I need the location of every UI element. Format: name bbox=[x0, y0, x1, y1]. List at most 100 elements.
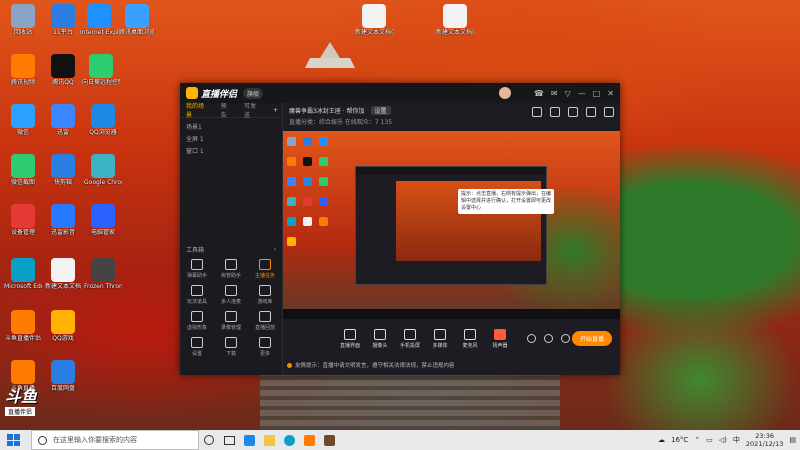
toolbox-item[interactable]: 更多 bbox=[248, 337, 282, 357]
desktop-icon[interactable]: 微信 bbox=[4, 104, 42, 136]
toolbox-item[interactable]: 直播回放 bbox=[248, 311, 282, 331]
tool-icon bbox=[225, 259, 237, 270]
toolbox-item[interactable]: 虚拟形象 bbox=[180, 311, 214, 331]
user-avatar[interactable] bbox=[498, 87, 511, 99]
desktop-icon[interactable]: 回收站 bbox=[4, 4, 42, 36]
screen-capture-control[interactable]: 直播界面 bbox=[335, 329, 365, 349]
desktop-icon[interactable]: 11平台 bbox=[44, 4, 82, 36]
app-taskbar-icon[interactable] bbox=[239, 430, 259, 450]
desktop-icon[interactable]: 微信截图 bbox=[4, 154, 42, 186]
eye-icon[interactable] bbox=[544, 334, 553, 343]
desktop-icon[interactable]: 快剪辑 bbox=[44, 154, 82, 186]
add-scene-button[interactable]: + bbox=[267, 107, 282, 114]
network-icon[interactable]: ▭ bbox=[706, 436, 713, 444]
camera-control[interactable]: 摄像头 bbox=[365, 329, 395, 349]
douyu-taskbar-icon[interactable] bbox=[299, 430, 319, 450]
desktop-icon[interactable]: QQ游戏 bbox=[44, 310, 82, 342]
clock[interactable]: 23:36 2021/12/13 bbox=[746, 432, 783, 448]
cortana-icon[interactable] bbox=[199, 430, 219, 450]
desktop-icon-label: 电脑管家 bbox=[90, 229, 115, 236]
desktop-icon[interactable]: Internet Explorer bbox=[80, 4, 118, 36]
scene-item[interactable]: 场景1 bbox=[186, 122, 276, 134]
toolbox-item[interactable]: 录像管理 bbox=[214, 311, 248, 331]
stream-title[interactable]: 魔兽争霸3冰封王座 · 帮你加 bbox=[289, 106, 365, 115]
close-button[interactable]: ✕ bbox=[607, 89, 614, 98]
preview-mini-icon bbox=[319, 177, 328, 186]
desktop-icon[interactable]: 迅雷影音 bbox=[44, 204, 82, 236]
gift-icon[interactable] bbox=[532, 107, 542, 117]
speaker-control[interactable]: 扬声器 bbox=[485, 329, 515, 349]
desktop-app-icon bbox=[51, 4, 75, 28]
mail-icon[interactable]: ✉ bbox=[551, 89, 558, 98]
desktop-icon[interactable]: Microsoft Edge bbox=[4, 258, 42, 290]
desktop-icon[interactable]: 迅雷 bbox=[44, 104, 82, 136]
tool-label: 下载 bbox=[225, 351, 236, 357]
desktop-icon[interactable]: 新建文本文档(3) bbox=[436, 4, 474, 36]
stream-preview[interactable]: 提示：点击直播，右侧有提示弹出，在编辑中选择并进行确认，打开设置即可更改设置中心 bbox=[283, 131, 620, 319]
share-icon[interactable] bbox=[568, 107, 578, 117]
toolbox-item[interactable]: 主播任务 bbox=[248, 259, 282, 279]
file-explorer-icon[interactable] bbox=[259, 430, 279, 450]
volume-icon[interactable]: ◁) bbox=[719, 436, 727, 444]
phone-icon[interactable]: ☎ bbox=[534, 89, 544, 98]
gear-icon[interactable] bbox=[561, 334, 570, 343]
edge-taskbar-icon[interactable] bbox=[279, 430, 299, 450]
bell-icon[interactable] bbox=[586, 107, 596, 117]
media-control[interactable]: 多媒体 bbox=[425, 329, 455, 349]
version-badge[interactable]: 旗舰 bbox=[243, 87, 264, 99]
record-icon[interactable] bbox=[527, 334, 536, 343]
desktop-icon[interactable]: 腾讯视频 bbox=[4, 54, 42, 86]
lock-icon[interactable] bbox=[550, 107, 560, 117]
taskbar-search-box[interactable]: 在这里输入你要搜索的内容 bbox=[31, 430, 199, 450]
tool-icon bbox=[191, 259, 203, 270]
minimize-button[interactable]: — bbox=[578, 89, 586, 98]
toolbox-more-icon[interactable]: › bbox=[274, 246, 276, 253]
stream-settings-tag[interactable]: 设置 bbox=[370, 105, 391, 115]
start-button[interactable] bbox=[7, 434, 21, 446]
weather-icon[interactable]: ☁ bbox=[658, 436, 665, 444]
douyu-watermark: 斗鱼 直播伴侣 bbox=[5, 383, 60, 416]
toolbox-item[interactable]: 房管助手 bbox=[214, 259, 248, 279]
toolbox-item[interactable]: 弹幕助手 bbox=[180, 259, 214, 279]
toolbox-item[interactable]: 游戏库 bbox=[248, 285, 282, 305]
toolbox-item[interactable]: 多人连麦 bbox=[214, 285, 248, 305]
desktop-icon[interactable]: 设备管理 bbox=[4, 204, 42, 236]
desktop-icon[interactable]: 电脑管家 bbox=[84, 204, 122, 236]
desktop-icon[interactable]: 新建文本文档 bbox=[44, 258, 82, 290]
app-titlebar[interactable]: 直播伴侣 旗舰 ☎ ✉ ▽ — □ ✕ bbox=[180, 83, 620, 103]
desktop-icon[interactable]: QQ浏览器 bbox=[84, 104, 122, 136]
tab-sendable[interactable]: 可发送 bbox=[238, 101, 267, 119]
tab-my-scenes[interactable]: 我的场景 bbox=[180, 101, 215, 119]
tab-preview[interactable]: 预告 bbox=[215, 101, 238, 119]
toolbox-item[interactable]: 设置 bbox=[180, 337, 214, 357]
tool-icon bbox=[191, 311, 203, 322]
tray-chevron-icon[interactable]: ⌃ bbox=[694, 436, 700, 444]
notification-icon[interactable]: ▤ bbox=[789, 436, 796, 444]
desktop-icon[interactable]: 斗鱼直播伴侣 bbox=[4, 310, 42, 342]
desktop-app-icon bbox=[51, 360, 75, 384]
toolbox-item[interactable]: 玩法道具 bbox=[180, 285, 214, 305]
menu-icon[interactable]: ▽ bbox=[565, 89, 571, 98]
app-logo: 直播伴侣 旗舰 bbox=[186, 87, 264, 100]
phone-cast-control[interactable]: 手机投屏 bbox=[395, 329, 425, 349]
desktop-icon[interactable]: 腾讯QQ bbox=[44, 54, 82, 86]
scene-item[interactable]: 窗口 1 bbox=[186, 146, 276, 158]
desktop-icon[interactable]: 向日葵远程控制 2014 bbox=[82, 54, 120, 86]
preview-mini-icon bbox=[287, 237, 296, 246]
microphone-control[interactable]: 麦克风 bbox=[455, 329, 485, 349]
desktop-icon[interactable]: Frozen Throne bbox=[84, 258, 122, 290]
settings-icon[interactable] bbox=[604, 107, 614, 117]
preview-nested-window bbox=[355, 166, 547, 285]
game-taskbar-icon[interactable] bbox=[319, 430, 339, 450]
desktop-icon[interactable]: 新建文本文档(2) bbox=[355, 4, 393, 36]
weather-text[interactable]: 16°C bbox=[671, 436, 688, 444]
camera-icon bbox=[374, 329, 386, 340]
scene-item[interactable]: 全屏 1 bbox=[186, 134, 276, 146]
go-live-button[interactable]: 开始直播 bbox=[571, 331, 612, 346]
toolbox-item[interactable]: 下载 bbox=[214, 337, 248, 357]
maximize-button[interactable]: □ bbox=[593, 89, 601, 98]
desktop-icon[interactable]: 腾讯桌面浏览 bbox=[118, 4, 156, 36]
task-view-icon[interactable] bbox=[219, 430, 239, 450]
ime-indicator[interactable]: 中 bbox=[733, 435, 740, 445]
desktop-icon[interactable]: Google Chrome bbox=[84, 154, 122, 186]
